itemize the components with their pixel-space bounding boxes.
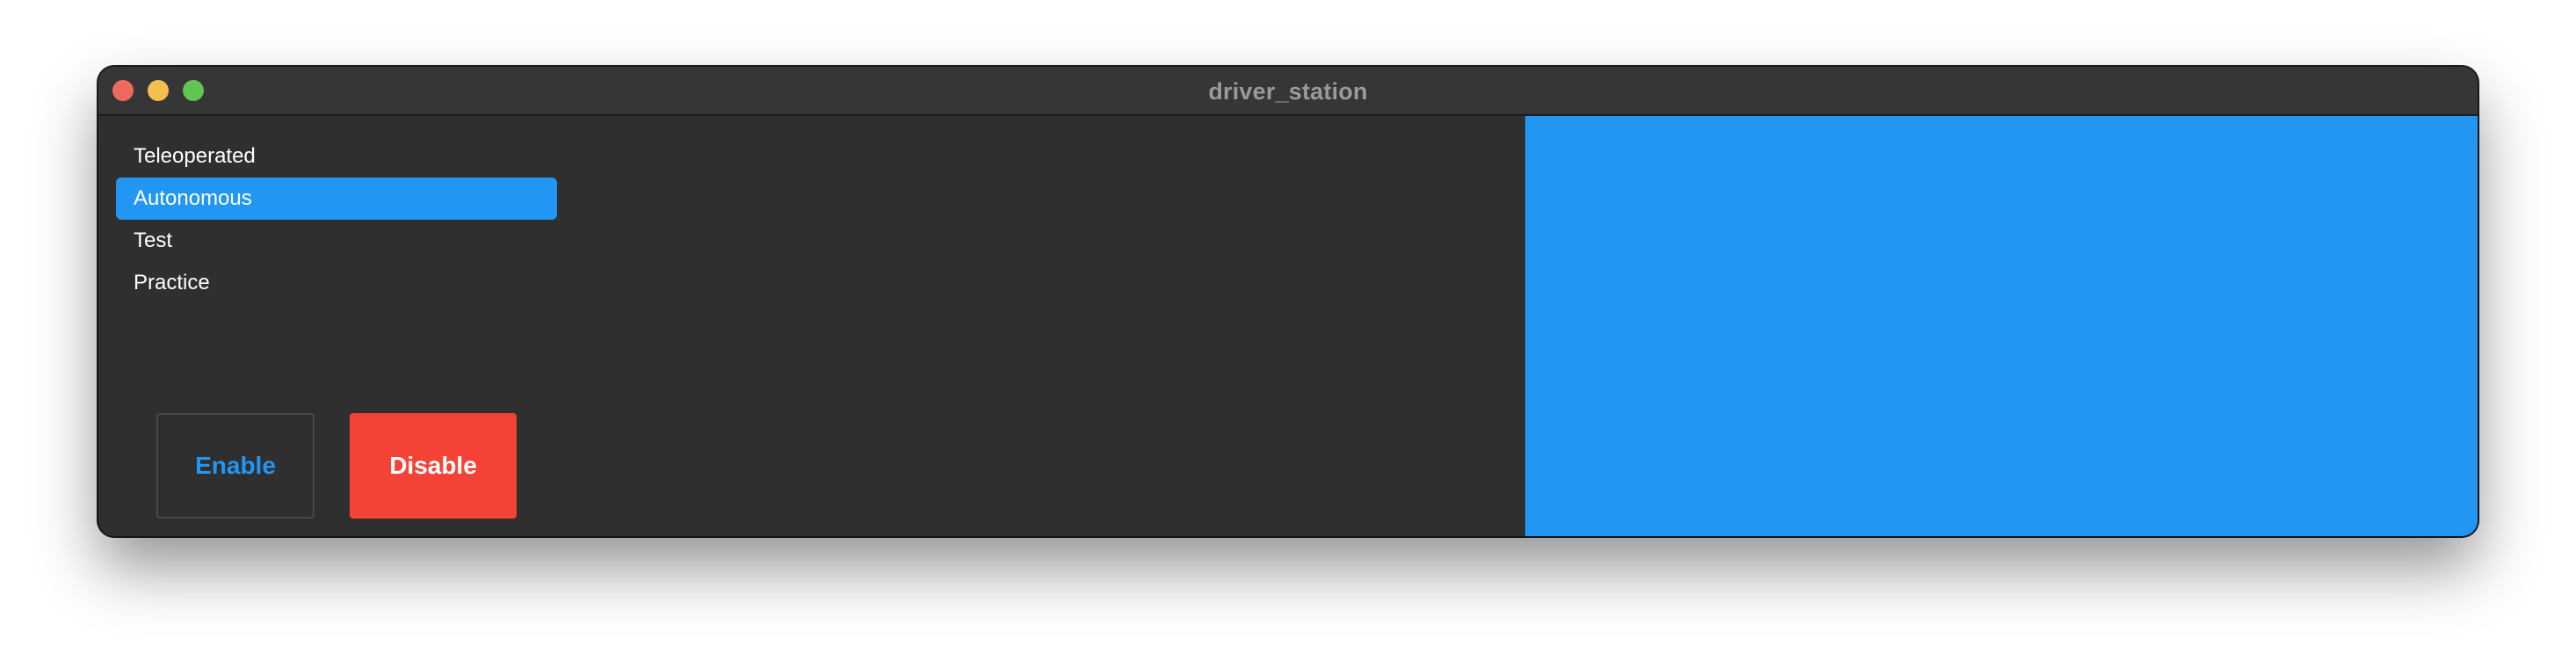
mode-item-practice[interactable]: Practice	[116, 262, 557, 304]
enable-button[interactable]: Enable	[156, 413, 315, 519]
window-title: driver_station	[1208, 78, 1368, 105]
mode-list: Teleoperated Autonomous Test Practice	[116, 135, 557, 304]
mode-item-autonomous[interactable]: Autonomous	[116, 178, 557, 220]
status-panel	[1525, 116, 2478, 536]
title-bar: driver_station	[98, 67, 2478, 116]
disable-button[interactable]: Disable	[350, 413, 517, 519]
app-window: driver_station Teleoperated Autonomous T…	[98, 67, 2478, 536]
mode-item-teleoperated[interactable]: Teleoperated	[116, 135, 557, 178]
main-content: Teleoperated Autonomous Test Practice En…	[98, 116, 2478, 536]
mode-item-test[interactable]: Test	[116, 220, 557, 262]
